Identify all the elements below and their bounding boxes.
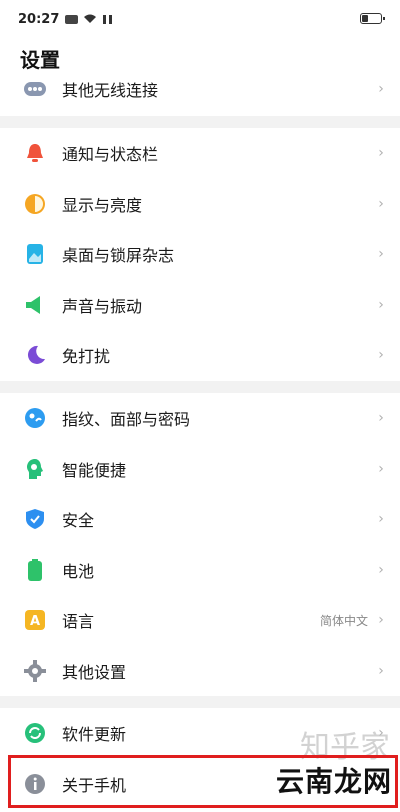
settings-item-value: 简体中文 [319, 613, 368, 628]
chevron-right-icon: › [378, 81, 384, 98]
chevron-right-icon: › [378, 612, 384, 629]
settings-item-notifications[interactable]: 通知与状态栏 › [0, 128, 400, 179]
more-dots-icon [24, 78, 46, 100]
section-divider [0, 696, 400, 708]
speaker-icon [24, 294, 46, 316]
settings-item-label: 桌面与锁屏杂志 [62, 246, 175, 266]
settings-item-label: 语言 [62, 612, 95, 632]
watermark: 云南龙网 [275, 765, 392, 798]
status-bar: 20:27 [0, 0, 400, 38]
battery-icon [360, 13, 385, 24]
settings-item-label: 免打扰 [62, 347, 111, 367]
settings-item-fingerprint[interactable]: 指纹、面部与密码 › [0, 393, 400, 444]
settings-item-battery[interactable]: 电池 › [0, 545, 400, 596]
section-divider [0, 381, 400, 393]
chevron-right-icon: › [378, 460, 384, 477]
brightness-icon [24, 193, 46, 215]
settings-item-label: 电池 [62, 561, 95, 581]
settings-item-sound[interactable]: 声音与振动 › [0, 280, 400, 331]
chevron-right-icon: › [378, 195, 384, 212]
data-icon [102, 14, 114, 25]
settings-group-security: 指纹、面部与密码 › 智能便捷 › 安全 › 电池 › A 语言 简体中文 › … [0, 393, 400, 696]
wifi-icon [83, 14, 97, 24]
settings-item-security[interactable]: 安全 › [0, 494, 400, 545]
settings-item-label: 声音与振动 [62, 296, 143, 316]
settings-item-smart-assist[interactable]: 智能便捷 › [0, 444, 400, 495]
settings-item-label: 其他设置 [62, 662, 127, 682]
settings-group-wireless: 其他无线连接 › [0, 64, 400, 115]
wallpaper-icon [24, 243, 46, 265]
section-divider [0, 116, 400, 128]
bell-icon [24, 142, 46, 164]
settings-item-label: 安全 [62, 511, 95, 531]
chevron-right-icon: › [378, 662, 384, 679]
settings-item-display[interactable]: 显示与亮度 › [0, 179, 400, 230]
settings-item-other-settings[interactable]: 其他设置 › [0, 646, 400, 697]
settings-item-language[interactable]: A 语言 简体中文 › [0, 595, 400, 646]
battery-icon [24, 558, 46, 581]
settings-item-label: 显示与亮度 [62, 195, 143, 215]
chevron-right-icon: › [378, 145, 384, 162]
moon-icon [24, 344, 46, 366]
smart-assist-icon [24, 458, 46, 480]
update-icon [24, 722, 46, 744]
settings-item-label: 通知与状态栏 [62, 145, 159, 165]
chevron-right-icon: › [378, 511, 384, 528]
settings-item-label: 其他无线连接 [62, 81, 159, 101]
fingerprint-icon [24, 407, 46, 429]
svg-text:A: A [30, 614, 40, 629]
settings-item-label: 智能便捷 [62, 460, 127, 480]
gear-icon [24, 659, 46, 682]
chevron-right-icon: › [378, 561, 384, 578]
settings-item-label: 指纹、面部与密码 [62, 410, 191, 430]
chevron-right-icon: › [378, 347, 384, 364]
chevron-right-icon: › [378, 246, 384, 263]
shield-icon [24, 508, 46, 530]
settings-item-wallpaper[interactable]: 桌面与锁屏杂志 › [0, 229, 400, 280]
settings-group-display: 通知与状态栏 › 显示与亮度 › 桌面与锁屏杂志 › 声音与振动 › 免打扰 › [0, 128, 400, 381]
settings-item-do-not-disturb[interactable]: 免打扰 › [0, 330, 400, 381]
language-icon: A [24, 609, 46, 631]
chevron-right-icon: › [378, 410, 384, 427]
status-time: 20:27 [18, 11, 60, 27]
message-icon [65, 14, 79, 24]
chevron-right-icon: › [378, 296, 384, 313]
info-icon [24, 773, 46, 795]
settings-item-other-wireless[interactable]: 其他无线连接 › [0, 64, 400, 115]
